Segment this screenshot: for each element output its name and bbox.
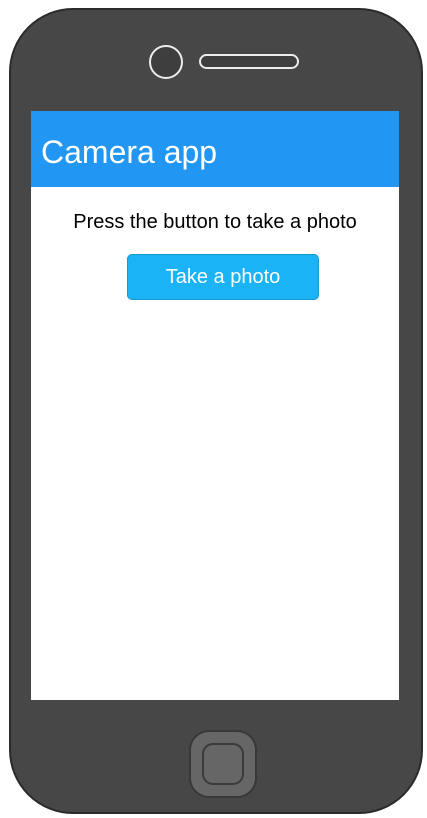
speaker-grille-icon bbox=[199, 54, 299, 69]
home-button-icon bbox=[202, 743, 244, 785]
instruction-text: Press the button to take a photo bbox=[73, 211, 357, 233]
home-button[interactable] bbox=[189, 730, 257, 798]
app-title: Camera app bbox=[41, 134, 218, 170]
take-photo-button[interactable]: Take a photo bbox=[127, 254, 319, 300]
front-camera-icon bbox=[149, 45, 183, 79]
phone-frame: Camera app Press the button to take a ph… bbox=[9, 8, 423, 814]
app-screen: Camera app Press the button to take a ph… bbox=[31, 111, 399, 700]
app-header: Camera app bbox=[31, 111, 399, 187]
